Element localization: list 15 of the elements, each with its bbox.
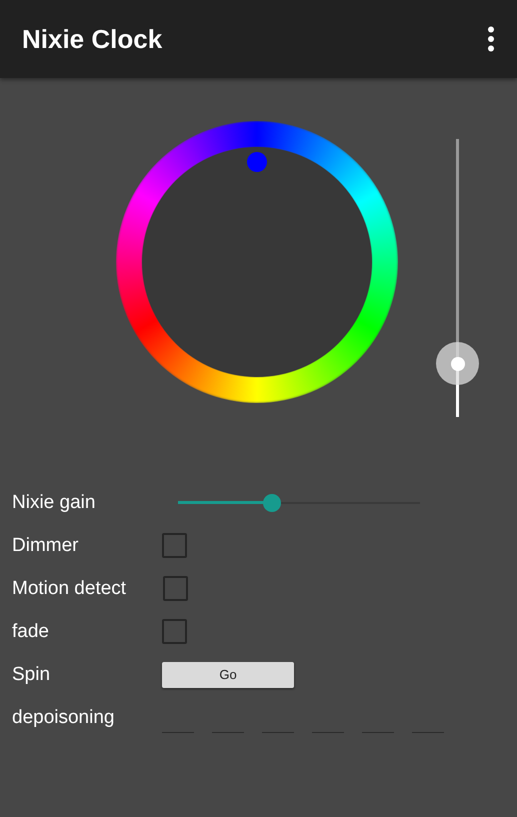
brightness-slider[interactable] (436, 139, 479, 417)
more-options-icon[interactable] (487, 26, 495, 52)
app-title: Nixie Clock (22, 24, 162, 54)
setting-label: fade (12, 620, 50, 642)
setting-label: Nixie gain (12, 492, 96, 514)
checkbox[interactable] (163, 576, 188, 601)
setting-label: depoisoning (12, 706, 116, 728)
slider-thumb[interactable] (263, 494, 282, 512)
checkbox[interactable] (162, 619, 187, 644)
setting-label: Dimmer (12, 534, 80, 556)
setting-label: Spin (12, 664, 52, 686)
go-button[interactable]: Go (162, 662, 294, 688)
setting-label: Motion detect (12, 578, 128, 600)
checkbox[interactable] (162, 533, 187, 558)
brightness-slider-thumb[interactable] (436, 342, 479, 386)
